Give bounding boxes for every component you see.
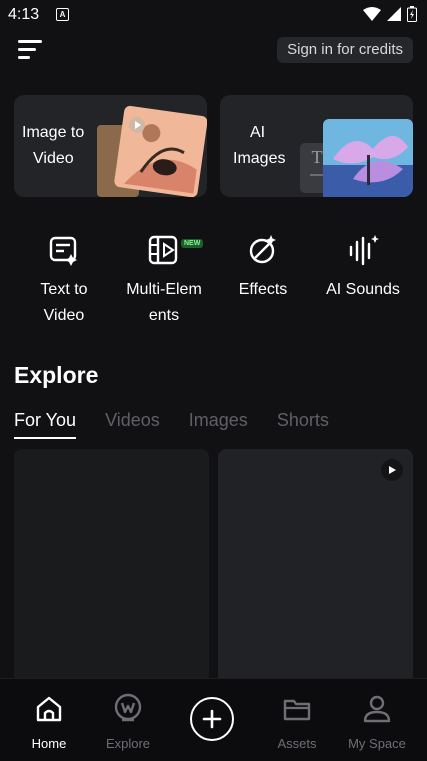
- ai-images-card[interactable]: AI Images T: [220, 95, 413, 197]
- tab-images[interactable]: Images: [189, 410, 248, 439]
- new-badge: NEW: [181, 239, 204, 248]
- explore-tabs: For You Videos Images Shorts: [14, 410, 329, 439]
- ai-sounds-icon: [349, 235, 379, 266]
- nav-explore-label: Explore: [105, 736, 151, 751]
- signal-icon: [387, 7, 401, 21]
- text-to-video-tool[interactable]: Text to Video: [14, 232, 114, 329]
- ai-images-preview: [323, 119, 413, 197]
- nav-assets[interactable]: Assets: [257, 693, 337, 751]
- nav-explore[interactable]: Explore: [88, 693, 168, 751]
- nav-home[interactable]: Home: [9, 693, 89, 751]
- multi-elements-icon: [148, 235, 178, 265]
- feed-card[interactable]: [14, 449, 209, 689]
- ai-sounds-label: AI Sounds: [326, 281, 400, 298]
- image-to-video-preview: [97, 105, 207, 197]
- tools-row: Text to Video NEW Multi-Elem ents Effect…: [0, 232, 427, 327]
- image-to-video-card[interactable]: Image to Video: [14, 95, 207, 197]
- effects-tool[interactable]: Effects: [213, 232, 313, 303]
- tab-videos[interactable]: Videos: [105, 410, 160, 439]
- effects-label: Effects: [238, 281, 288, 298]
- create-button[interactable]: [190, 697, 234, 741]
- nav-home-label: Home: [31, 736, 67, 751]
- explore-title: Explore: [14, 362, 99, 388]
- ai-images-label: AI Images: [233, 124, 286, 167]
- multi-elements-tool[interactable]: NEW Multi-Elem ents: [114, 232, 214, 329]
- profile-icon: [363, 695, 391, 723]
- explore-icon: [114, 693, 142, 722]
- sign-in-button[interactable]: Sign in for credits: [277, 37, 413, 63]
- image-to-video-label: Image to Video: [22, 124, 85, 167]
- tab-for-you[interactable]: For You: [14, 410, 77, 439]
- multi-elements-label: Multi-Elem ents: [126, 281, 202, 324]
- nav-my-space[interactable]: My Space: [337, 693, 417, 751]
- home-icon: [36, 696, 62, 722]
- status-time: 4:13: [8, 6, 40, 23]
- wifi-icon: [363, 7, 381, 21]
- plus-icon: [202, 709, 222, 729]
- menu-icon[interactable]: [16, 38, 44, 62]
- ai-sounds-tool[interactable]: AI Sounds: [313, 232, 413, 303]
- notification-icon: A: [56, 8, 69, 21]
- folder-icon: [283, 699, 311, 721]
- text-to-video-icon: [49, 236, 77, 266]
- tab-shorts[interactable]: Shorts: [277, 410, 329, 439]
- effects-icon: [249, 235, 276, 264]
- battery-icon: [407, 6, 417, 22]
- bottom-nav: Home Explore Assets My Space: [0, 678, 427, 761]
- text-to-video-label: Text to Video: [40, 281, 88, 324]
- nav-assets-label: Assets: [277, 736, 317, 751]
- system-icons: [363, 6, 417, 22]
- play-icon: [381, 459, 403, 481]
- feed-card-video[interactable]: [218, 449, 413, 689]
- nav-my-space-label: My Space: [348, 736, 406, 751]
- status-bar: 4:13 A: [0, 0, 427, 30]
